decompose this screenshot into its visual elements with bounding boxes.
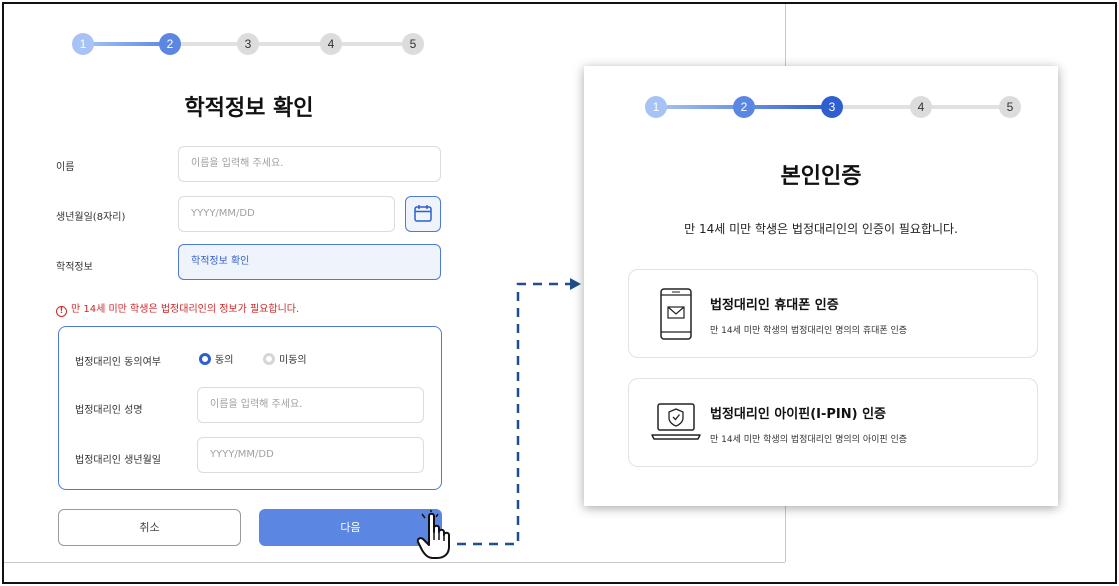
phone-verify-title: 법정대리인 휴대폰 인증 (710, 298, 839, 313)
phone-message-icon (660, 288, 692, 340)
ipin-verify-title: 법정대리인 아이핀(I-PIN) 인증 (710, 407, 887, 422)
step-4: 4 (910, 96, 932, 118)
phone-verify-desc: 만 14세 미만 학생의 법정대리인 명의의 휴대폰 인증 (710, 326, 908, 336)
hand-cursor-icon (416, 510, 450, 559)
ipin-verify-card[interactable]: 법정대리인 아이핀(I-PIN) 인증 만 14세 미만 학생의 법정대리인 명… (628, 378, 1038, 467)
screenshot-frame: 1 2 3 4 5 학적정보 확인 이름 이름을 입력해 주세요. 생년월일(8… (2, 2, 1117, 584)
panel-title: 본인인증 (780, 164, 862, 189)
verification-panel: 1 2 3 4 5 본인인증 만 14세 미만 학생은 법정대리인의 인증이 필… (584, 66, 1058, 506)
step-1: 1 (645, 96, 667, 118)
laptop-shield-icon (651, 403, 701, 440)
panel-subtitle: 만 14세 미만 학생은 법정대리인의 인증이 필요합니다. (684, 222, 958, 236)
right-stepper: 1 2 3 4 5 (645, 96, 1021, 118)
ipin-verify-desc: 만 14세 미만 학생의 법정대리인 명의의 아이핀 인증 (710, 435, 908, 445)
phone-verify-card[interactable]: 법정대리인 휴대폰 인증 만 14세 미만 학생의 법정대리인 명의의 휴대폰 … (628, 269, 1038, 358)
step-5: 5 (999, 96, 1021, 118)
step-2: 2 (733, 96, 755, 118)
step-3: 3 (821, 96, 843, 118)
